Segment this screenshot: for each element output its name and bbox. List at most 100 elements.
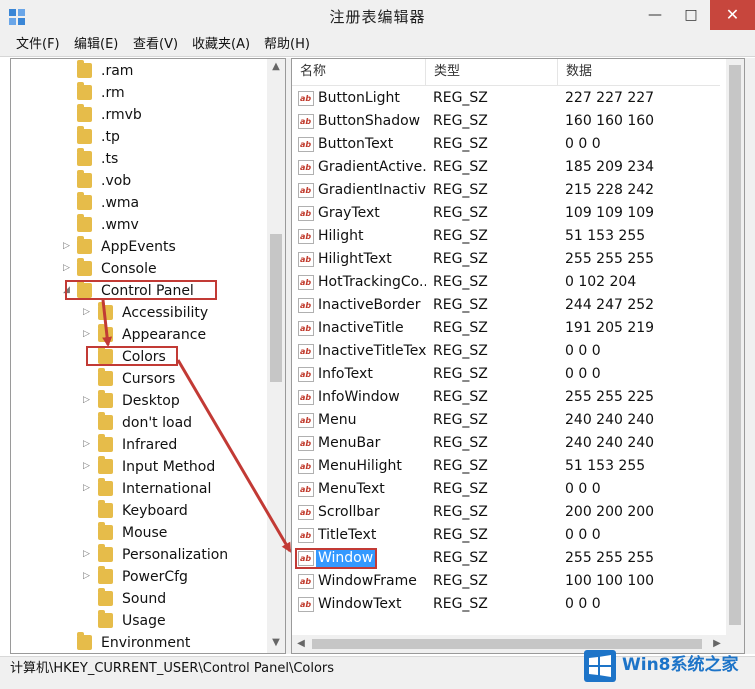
value-row-menubar[interactable]: ab MenuBar REG_SZ 240 240 240 [292,432,720,455]
value-row-menutext[interactable]: ab MenuText REG_SZ 0 0 0 [292,478,720,501]
tree-item-mouse[interactable]: Mouse [11,522,271,544]
value-row-inactiveborder[interactable]: ab InactiveBorder REG_SZ 244 247 252 [292,294,720,317]
tree-scroll-thumb[interactable] [270,234,282,382]
tree-item-keyboard[interactable]: Keyboard [11,500,271,522]
value-row-buttonlight[interactable]: ab ButtonLight REG_SZ 227 227 227 [292,87,720,110]
tree-item-ram[interactable]: .ram [11,60,271,82]
value-row-hilight[interactable]: ab Hilight REG_SZ 51 153 255 [292,225,720,248]
tree-item-rmvb[interactable]: .rmvb [11,104,271,126]
value-row-menuhilight[interactable]: ab MenuHilight REG_SZ 51 153 255 [292,455,720,478]
expand-arrow-icon[interactable]: ▷ [83,483,90,493]
string-value-icon: ab [298,436,314,451]
tree-item-appearance[interactable]: ▷ Appearance [11,324,271,346]
menu-edit[interactable]: 编辑(E) [74,36,118,54]
tree-scroll-down-icon[interactable]: ▼ [267,637,285,648]
value-row-windowtext[interactable]: ab WindowText REG_SZ 0 0 0 [292,593,720,616]
value-row-hilighttext[interactable]: ab HilightText REG_SZ 255 255 255 [292,248,720,271]
value-type: REG_SZ [433,343,488,359]
tree-item-environment[interactable]: Environment [11,632,271,653]
list-horizontal-scrollbar[interactable]: ◀ ▶ [292,635,744,653]
expand-arrow-icon[interactable]: ▷ [83,571,90,581]
value-row-infowindow[interactable]: ab InfoWindow REG_SZ 255 255 225 [292,386,720,409]
value-name: GradientActive... [318,159,426,175]
value-row-titletext[interactable]: ab TitleText REG_SZ 0 0 0 [292,524,720,547]
value-name: InactiveBorder [318,297,421,313]
tree-item-international[interactable]: ▷ International [11,478,271,500]
expand-arrow-icon[interactable]: ▷ [83,461,90,471]
value-type: REG_SZ [433,458,488,474]
value-row-window[interactable]: ab Window REG_SZ 255 255 255 [292,547,720,570]
value-type: REG_SZ [433,596,488,612]
status-path: 计算机\HKEY_CURRENT_USER\Control Panel\Colo… [10,661,335,676]
value-row-infotext[interactable]: ab InfoText REG_SZ 0 0 0 [292,363,720,386]
value-row-inactivetitle[interactable]: ab InactiveTitle REG_SZ 191 205 219 [292,317,720,340]
list-scroll-left-icon[interactable]: ◀ [294,638,308,649]
tree-item-appevents[interactable]: ▷ AppEvents [11,236,271,258]
tree-item-rm[interactable]: .rm [11,82,271,104]
tree-item-powercfg[interactable]: ▷ PowerCfg [11,566,271,588]
tree-item-input-method[interactable]: ▷ Input Method [11,456,271,478]
string-value-icon: ab [298,459,314,474]
folder-icon [77,214,92,232]
value-row-gradientactive[interactable]: ab GradientActive... REG_SZ 185 209 234 [292,156,720,179]
menu-file[interactable]: 文件(F) [16,36,60,54]
value-row-scrollbar[interactable]: ab Scrollbar REG_SZ 200 200 200 [292,501,720,524]
menu-help[interactable]: 帮助(H) [264,36,310,54]
tree-item-ts[interactable]: .ts [11,148,271,170]
tree-item-vob[interactable]: .vob [11,170,271,192]
folder-icon [77,60,92,78]
tree-item-wmv[interactable]: .wmv [11,214,271,236]
tree-item-control-panel[interactable]: ◢ Control Panel [11,280,271,302]
tree-item-tp[interactable]: .tp [11,126,271,148]
tree-item-infrared[interactable]: ▷ Infrared [11,434,271,456]
value-row-gradientinactiv[interactable]: ab GradientInactiv... REG_SZ 215 228 242 [292,179,720,202]
list-hscroll-thumb[interactable] [312,639,702,649]
tree-item-don-t-load[interactable]: don't load [11,412,271,434]
list-scroll-thumb[interactable] [729,65,741,625]
expand-arrow-icon[interactable]: ▷ [83,439,90,449]
string-value-icon: ab [298,505,314,520]
value-row-menu[interactable]: ab Menu REG_SZ 240 240 240 [292,409,720,432]
list-vertical-scrollbar[interactable] [726,59,744,635]
menu-view[interactable]: 查看(V) [133,36,178,54]
column-header-data[interactable]: 数据 [558,59,720,85]
expand-arrow-icon[interactable]: ▷ [83,395,90,405]
expand-arrow-icon[interactable]: ▷ [63,263,70,273]
close-button[interactable]: ✕ [710,0,755,30]
expand-arrow-icon[interactable]: ▷ [83,329,90,339]
tree-item-console[interactable]: ▷ Console [11,258,271,280]
tree-item-personalization[interactable]: ▷ Personalization [11,544,271,566]
list-header: 名称 类型 数据 [292,59,720,86]
expand-arrow-icon[interactable]: ▷ [83,549,90,559]
tree-item-desktop[interactable]: ▷ Desktop [11,390,271,412]
tree-item-cursors[interactable]: Cursors [11,368,271,390]
maximize-button[interactable]: □ [674,0,708,30]
value-row-buttontext[interactable]: ab ButtonText REG_SZ 0 0 0 [292,133,720,156]
tree-item-wma[interactable]: .wma [11,192,271,214]
values-list-pane[interactable]: 名称 类型 数据 ab ButtonLight REG_SZ 227 227 227 a… [291,58,745,654]
tree-item-sound[interactable]: Sound [11,588,271,610]
value-row-inactivetitletext[interactable]: ab InactiveTitleText REG_SZ 0 0 0 [292,340,720,363]
tree-vertical-scrollbar[interactable]: ▲ ▼ [267,59,285,653]
menu-favorites[interactable]: 收藏夹(A) [192,36,250,54]
tree-item-usage[interactable]: Usage [11,610,271,632]
column-header-name[interactable]: 名称 [292,59,426,85]
value-data: 0 0 0 [565,343,601,359]
tree-item-accessibility[interactable]: ▷ Accessibility [11,302,271,324]
key-tree-pane[interactable]: .ram .rm .rmvb .tp .ts .vob .wma .wmv ▷ AppEvents… [10,58,286,654]
value-type: REG_SZ [433,389,488,405]
column-header-type[interactable]: 类型 [426,59,558,85]
value-name: TitleText [318,527,377,543]
value-type: REG_SZ [433,412,488,428]
expand-arrow-icon[interactable]: ▷ [63,241,70,251]
value-row-windowframe[interactable]: ab WindowFrame REG_SZ 100 100 100 [292,570,720,593]
tree-scroll-up-icon[interactable]: ▲ [267,61,285,72]
value-row-hottrackingco[interactable]: ab HotTrackingCo... REG_SZ 0 102 204 [292,271,720,294]
minimize-button[interactable]: — [636,0,674,30]
expand-arrow-icon[interactable]: ▷ [83,307,90,317]
tree-item-colors[interactable]: Colors [11,346,271,368]
value-row-buttonshadow[interactable]: ab ButtonShadow REG_SZ 160 160 160 [292,110,720,133]
value-row-graytext[interactable]: ab GrayText REG_SZ 109 109 109 [292,202,720,225]
string-value-icon: ab [298,597,314,612]
list-scroll-right-icon[interactable]: ▶ [710,638,724,649]
